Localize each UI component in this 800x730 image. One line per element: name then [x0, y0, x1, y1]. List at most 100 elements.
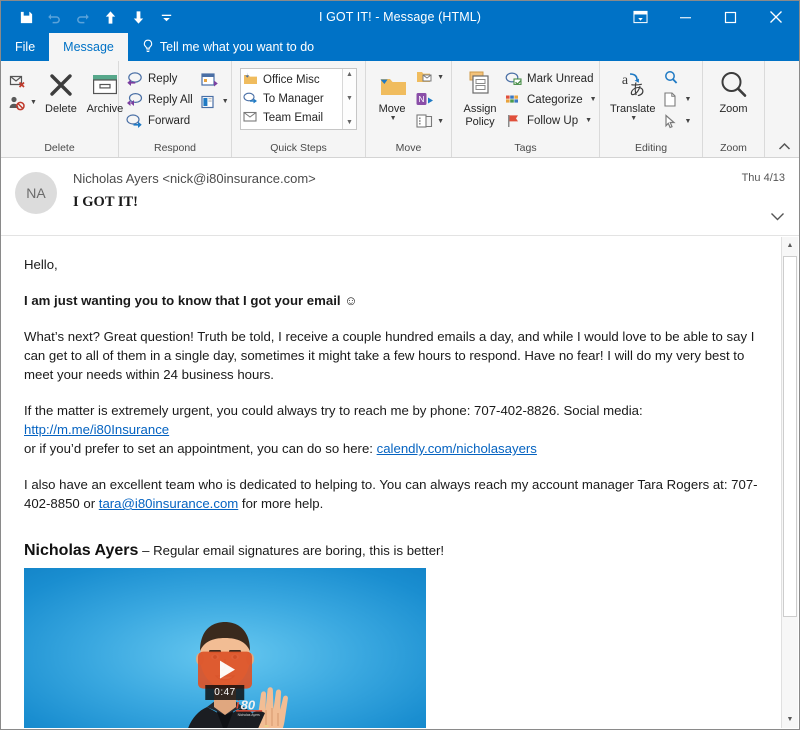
more-respond-caret-icon[interactable]: ▼ — [222, 98, 229, 105]
rules-caret-icon[interactable]: ▼ — [437, 74, 444, 81]
quick-steps-gallery[interactable]: Office Misc To Manager Team Email ▲ ▼ ▼ — [240, 68, 357, 130]
body-line-bold: I am just wanting you to know that I got… — [24, 291, 759, 310]
next-item-icon[interactable] — [125, 5, 151, 29]
body-p3-text-2: or if you’d prefer to set an appointment… — [24, 441, 377, 456]
more-respond-button[interactable]: ▼ — [198, 91, 231, 112]
quick-steps-scrollbar[interactable]: ▲ ▼ ▼ — [342, 69, 356, 129]
scrollbar-track[interactable] — [782, 254, 798, 711]
ignore-button[interactable] — [6, 70, 39, 91]
body-paragraph-3: If the matter is extremely urgent, you c… — [24, 401, 759, 458]
play-triangle-icon — [219, 660, 235, 679]
delete-x-icon — [46, 68, 76, 102]
video-thumbnail[interactable]: i 80 Nicholas Ayers 0:47 — [24, 568, 426, 728]
meeting-button[interactable] — [198, 69, 231, 90]
expand-header-icon[interactable] — [742, 210, 785, 224]
delete-button[interactable]: Delete — [39, 65, 83, 115]
svg-text:80: 80 — [241, 698, 256, 713]
scroll-up-icon[interactable]: ▲ — [782, 237, 798, 254]
social-media-link[interactable]: http://m.me/i80Insurance — [24, 422, 169, 437]
forward-button[interactable]: Forward — [124, 110, 198, 131]
select-caret-icon[interactable]: ▼ — [684, 118, 691, 125]
ribbon-display-options-icon[interactable] — [618, 1, 663, 33]
ribbon-group-move: Move ▼ ▼ N ▼ Move — [366, 61, 452, 157]
assign-policy-button[interactable]: Assign Policy — [457, 65, 503, 128]
reply-icon — [126, 70, 143, 87]
play-button[interactable] — [198, 651, 252, 689]
translate-icon: aあ — [616, 68, 650, 102]
body-line-bold-text: I am just wanting you to know that I got… — [24, 293, 341, 308]
tell-me-search[interactable]: Tell me what you want to do — [128, 33, 324, 61]
reply-button[interactable]: Reply — [124, 68, 198, 89]
move-button[interactable]: Move ▼ — [371, 65, 413, 122]
folder-icon — [243, 72, 258, 88]
title-bar: I GOT IT! - Message (HTML) — [1, 1, 799, 33]
junk-button[interactable]: ▼ — [6, 92, 39, 113]
reply-all-icon — [126, 91, 143, 108]
onenote-button[interactable]: N — [413, 89, 446, 110]
quick-steps-scroll-up-icon[interactable]: ▲ — [346, 71, 353, 79]
find-button[interactable] — [660, 67, 693, 88]
actions-caret-icon[interactable]: ▼ — [437, 118, 444, 125]
quick-step-office-misc[interactable]: Office Misc — [243, 70, 342, 89]
actions-button[interactable]: ▼ — [413, 111, 446, 132]
quick-access-toolbar — [1, 5, 179, 29]
close-icon[interactable] — [753, 1, 799, 33]
ribbon-group-editing: aあ Translate ▼ ▼ ▼ Editing — [600, 61, 703, 157]
collapse-ribbon-icon[interactable] — [778, 142, 791, 154]
tab-file[interactable]: File — [1, 33, 49, 61]
ribbon-group-quick-steps: Office Misc To Manager Team Email ▲ ▼ ▼ … — [232, 61, 366, 157]
related-button[interactable]: ▼ — [660, 89, 693, 110]
related-caret-icon[interactable]: ▼ — [684, 96, 691, 103]
quick-step-team-email[interactable]: Team Email — [243, 108, 342, 127]
translate-button[interactable]: aあ Translate ▼ — [605, 65, 660, 122]
tab-message[interactable]: Message — [49, 33, 128, 61]
reply-all-label: Reply All — [148, 93, 193, 106]
zoom-label: Zoom — [719, 103, 748, 115]
select-button[interactable]: ▼ — [660, 111, 693, 132]
assign-policy-label-2: Policy — [465, 116, 495, 128]
svg-text:あ: あ — [629, 81, 645, 99]
zoom-button[interactable]: Zoom — [712, 65, 756, 115]
translate-caret-icon[interactable]: ▼ — [630, 115, 637, 122]
body-scrollbar[interactable]: ▲ ▼ — [781, 237, 798, 728]
message-date: Thu 4/13 — [741, 172, 785, 184]
minimize-icon[interactable] — [663, 1, 708, 33]
follow-up-button[interactable]: Follow Up ▼ — [503, 110, 602, 131]
signature-tagline: – Regular email signatures are boring, t… — [138, 543, 445, 558]
undo-icon — [41, 5, 67, 29]
previous-item-icon[interactable] — [97, 5, 123, 29]
reply-all-button[interactable]: Reply All — [124, 89, 198, 110]
quick-step-to-manager[interactable]: To Manager — [243, 89, 342, 108]
save-icon[interactable] — [13, 5, 39, 29]
scroll-down-icon[interactable]: ▼ — [782, 711, 798, 728]
signature-name: Nicholas Ayers — [24, 542, 139, 559]
assign-policy-label-1: Assign — [463, 103, 497, 115]
quick-steps-scroll-down-icon[interactable]: ▼ — [346, 95, 353, 103]
subject-line: I GOT IT! — [73, 194, 139, 210]
junk-caret-icon[interactable]: ▼ — [30, 99, 37, 106]
move-caret-icon[interactable]: ▼ — [390, 115, 397, 122]
quick-step-label: Office Misc — [263, 73, 320, 86]
ribbon-group-tags: Assign Policy Mark Unread Categorize ▼ F… — [452, 61, 600, 157]
flag-icon — [505, 112, 522, 129]
ribbon-group-label-editing: Editing — [634, 142, 668, 154]
customize-quick-access-icon[interactable] — [153, 5, 179, 29]
body-p4-text-2: for more help. — [238, 496, 324, 511]
scrollbar-thumb[interactable] — [783, 256, 797, 618]
tara-email-link[interactable]: tara@i80insurance.com — [99, 496, 238, 511]
follow-up-caret-icon[interactable]: ▼ — [585, 117, 592, 124]
rules-button[interactable]: ▼ — [413, 67, 446, 88]
calendly-link[interactable]: calendly.com/nicholasayers — [377, 441, 537, 456]
reply-label: Reply — [148, 72, 178, 85]
categorize-label: Categorize — [527, 93, 583, 106]
maximize-icon[interactable] — [708, 1, 753, 33]
move-folder-icon — [375, 68, 409, 102]
mark-unread-button[interactable]: Mark Unread — [503, 68, 602, 89]
archive-label: Archive — [86, 103, 124, 115]
move-label: Move — [378, 103, 406, 115]
avatar: NA — [15, 172, 57, 214]
ribbon-group-label-delete: Delete — [44, 142, 75, 154]
quick-steps-more-icon[interactable]: ▼ — [346, 119, 353, 127]
categorize-button[interactable]: Categorize ▼ — [503, 89, 602, 110]
categorize-caret-icon[interactable]: ▼ — [590, 96, 597, 103]
